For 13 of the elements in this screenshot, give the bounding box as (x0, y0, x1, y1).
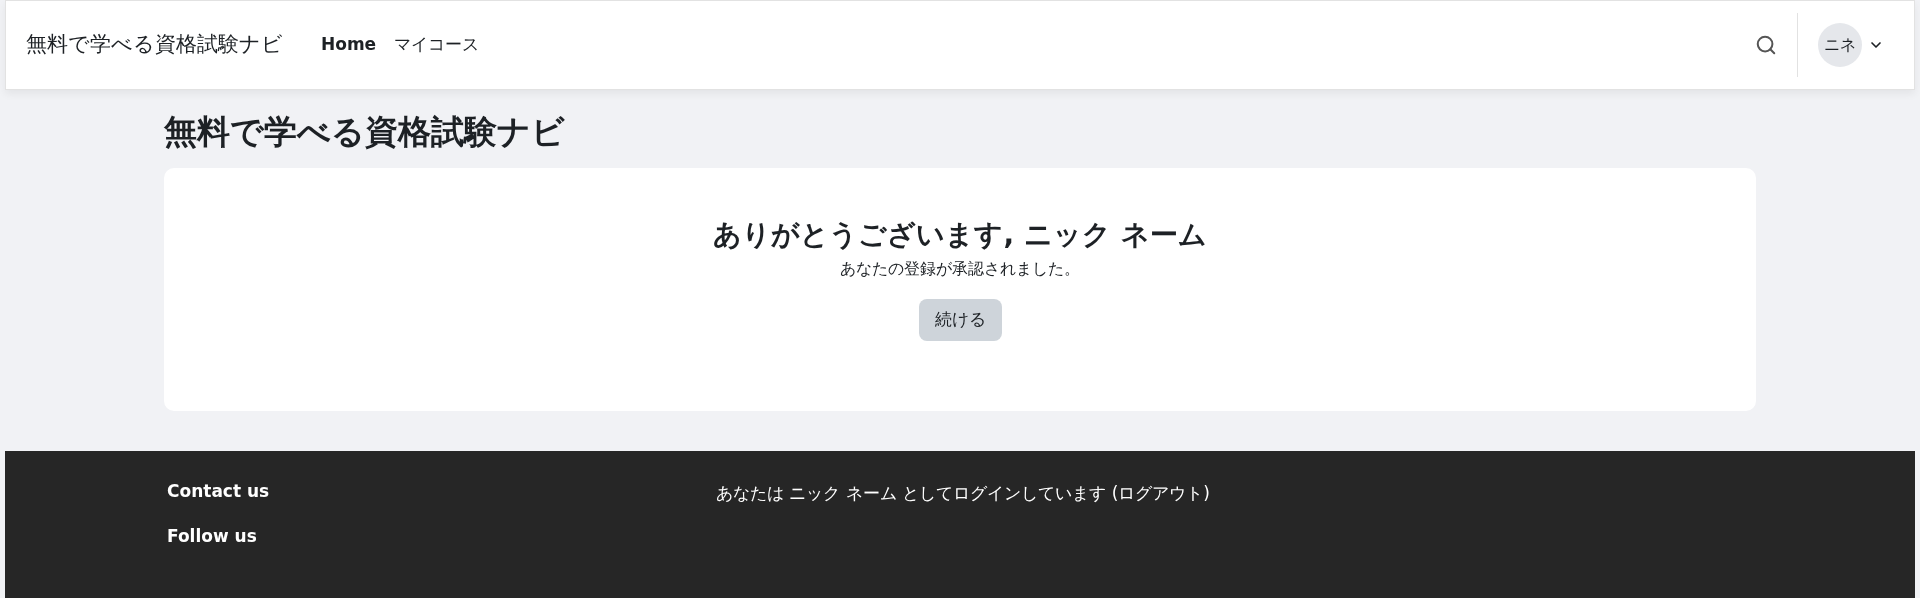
continue-button[interactable]: 続ける (918, 299, 1002, 341)
thank-you-heading: ありがとうございます, ニック ネーム (713, 217, 1207, 252)
approval-message: あなたの登録が承認されました。 (840, 258, 1080, 281)
user-avatar: ニネ (1818, 23, 1862, 67)
footer-link[interactable]: Follow us (167, 524, 713, 550)
footer-link[interactable]: Contact us (167, 478, 713, 505)
page-title: 無料で学べる資格試験ナビ (164, 112, 566, 152)
nav-link[interactable]: マイコース (394, 32, 480, 58)
search-icon[interactable] (1755, 34, 1777, 56)
site-brand[interactable]: 無料で学べる資格試験ナビ (26, 29, 283, 61)
user-menu-button[interactable]: ニネ (1818, 23, 1884, 67)
nav-link[interactable]: Home (321, 32, 377, 58)
login-info-text: あなたは ニック ネーム としてログインしています (ログアウト) (715, 481, 1211, 505)
